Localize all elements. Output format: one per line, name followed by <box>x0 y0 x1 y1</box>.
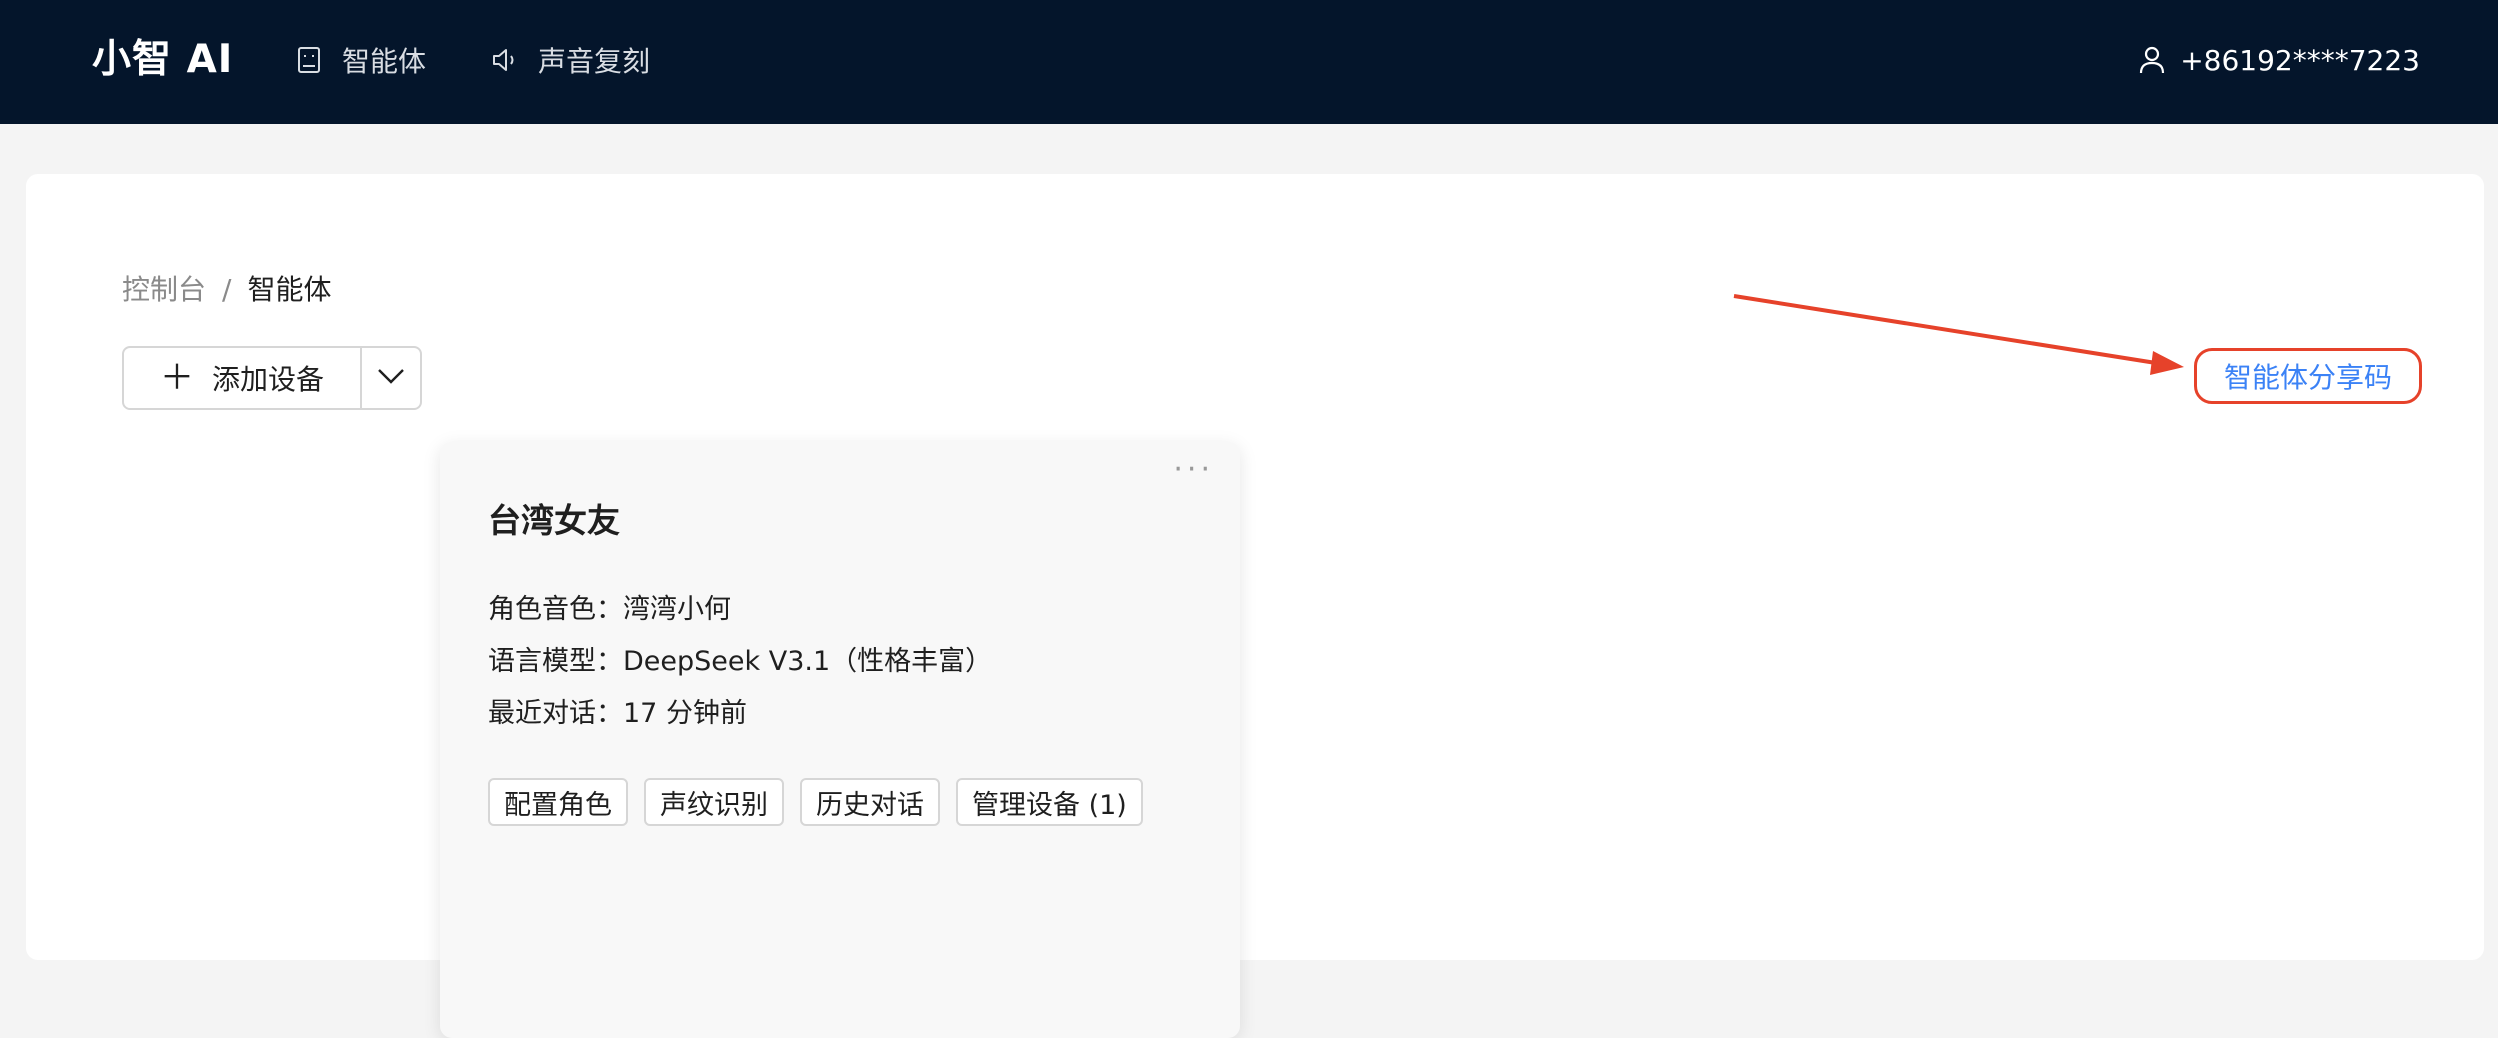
agent-last-chat-row: 最近对话：17 分钟前 <box>488 694 747 734</box>
speaker-icon <box>490 45 520 75</box>
agent-voice-label: 角色音色： <box>488 594 623 625</box>
agent-last-chat-label: 最近对话： <box>488 698 623 729</box>
agent-model-row: 语言模型：DeepSeek V3.1（性格丰富） <box>488 642 992 682</box>
breadcrumb: 控制台 / 智能体 <box>122 270 331 310</box>
add-device-dropdown-toggle[interactable] <box>360 348 420 408</box>
add-device-button-group: ＋ 添加设备 <box>122 346 422 410</box>
agent-last-chat-value: 17 分钟前 <box>623 698 747 729</box>
agent-model-value: DeepSeek V3.1（性格丰富） <box>623 646 993 677</box>
manage-devices-button[interactable]: 管理设备 (1) <box>956 778 1143 826</box>
breadcrumb-console[interactable]: 控制台 <box>122 270 206 310</box>
agent-card: ··· 台湾女友 角色音色：湾湾小何 语言模型：DeepSeek V3.1（性格… <box>440 442 1240 1038</box>
plus-icon: ＋ <box>159 358 194 398</box>
agent-voice-value: 湾湾小何 <box>623 594 731 625</box>
chevron-down-icon <box>376 366 406 390</box>
robot-icon <box>294 45 324 75</box>
nav-item-voice-clone-label: 声音复刻 <box>538 45 651 78</box>
top-navigation-bar: 小智 AI 智能体 声音复刻 +86192****7223 <box>0 0 2498 124</box>
chat-history-button[interactable]: 历史对话 <box>800 778 940 826</box>
agent-title: 台湾女友 <box>488 501 620 540</box>
agent-card-actions: 配置角色 声纹识别 历史对话 管理设备 (1) <box>488 778 1143 826</box>
agent-share-code-link[interactable]: 智能体分享码 <box>2194 348 2422 404</box>
annotation-arrow <box>1733 294 2184 375</box>
app-logo[interactable]: 小智 AI <box>92 34 233 86</box>
add-device-label: 添加设备 <box>211 363 324 396</box>
configure-role-button[interactable]: 配置角色 <box>488 778 628 826</box>
main-panel: 控制台 / 智能体 ＋ 添加设备 智能体分享码 ··· 台湾女友 角色音色：湾湾… <box>26 174 2484 1038</box>
agent-model-label: 语言模型： <box>488 646 623 677</box>
voiceprint-recognition-button[interactable]: 声纹识别 <box>644 778 784 826</box>
nav-item-agents-label: 智能体 <box>342 45 427 78</box>
breadcrumb-separator: / <box>222 273 232 306</box>
user-icon <box>2138 45 2166 75</box>
nav-item-voice-clone[interactable]: 声音复刻 <box>490 36 650 84</box>
agent-voice-row: 角色音色：湾湾小何 <box>488 590 731 630</box>
nav-item-agents[interactable]: 智能体 <box>294 36 426 84</box>
breadcrumb-current: 智能体 <box>247 273 332 306</box>
ellipsis-icon[interactable]: ··· <box>1173 455 1214 485</box>
add-device-button[interactable]: ＋ 添加设备 <box>124 348 360 408</box>
user-account-menu[interactable]: +86192****7223 <box>2138 36 2420 84</box>
user-phone: +86192****7223 <box>2180 43 2420 77</box>
